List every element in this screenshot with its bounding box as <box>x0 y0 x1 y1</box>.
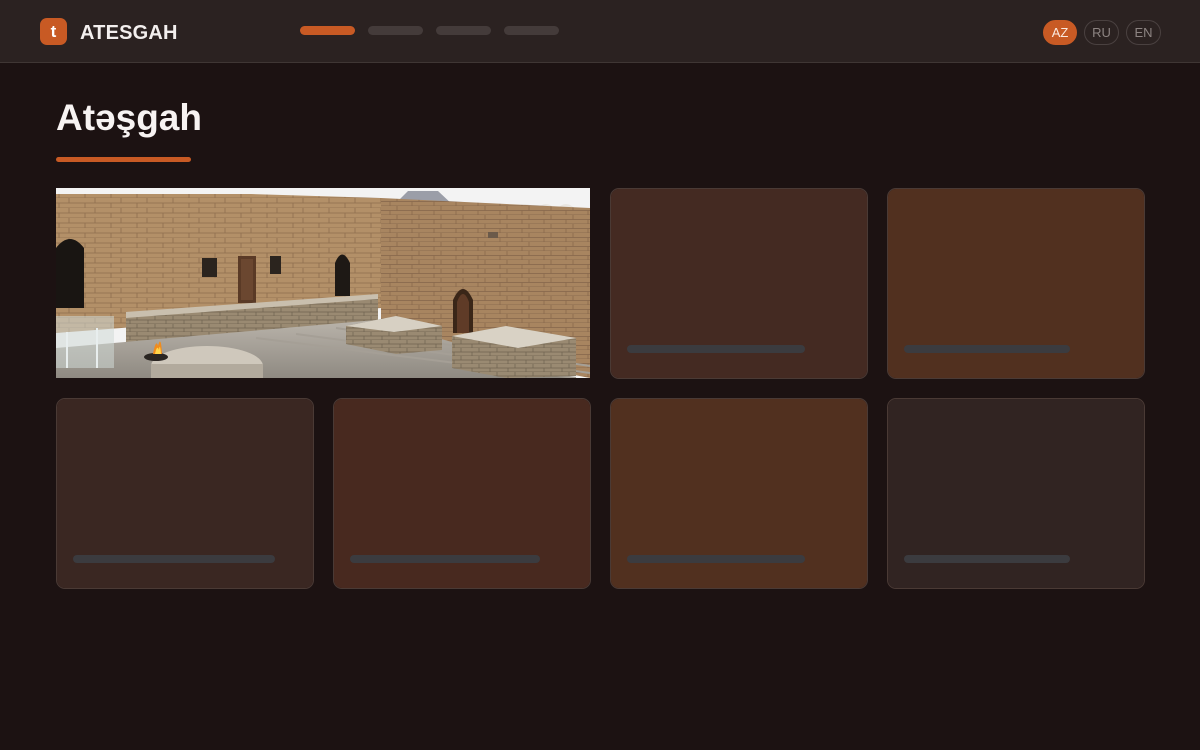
fire-temple-courtyard-image <box>56 188 590 378</box>
card-caption-placeholder <box>904 555 1070 563</box>
card-caption-placeholder <box>904 345 1070 353</box>
nav-item-2-placeholder[interactable] <box>368 26 423 35</box>
language-az-button[interactable]: AZ <box>1043 20 1077 45</box>
hero-photo[interactable] <box>56 188 590 378</box>
language-ru-button[interactable]: RU <box>1084 20 1119 45</box>
gallery-card-6[interactable] <box>887 398 1145 589</box>
title-underline <box>56 157 191 162</box>
gallery-card-2[interactable] <box>887 188 1145 379</box>
card-caption-placeholder <box>350 555 540 563</box>
gallery-card-4[interactable] <box>333 398 591 589</box>
nav-item-3-placeholder[interactable] <box>436 26 491 35</box>
page-title: Atəşgah <box>56 97 202 138</box>
nav-item-4-placeholder[interactable] <box>504 26 559 35</box>
gallery-card-3[interactable] <box>56 398 314 589</box>
gallery-card-1[interactable] <box>610 188 868 379</box>
top-navigation-bar: t ATESGAH AZ RU EN <box>0 0 1200 63</box>
brand-name[interactable]: ATESGAH <box>80 22 178 44</box>
card-caption-placeholder <box>627 345 805 353</box>
logo-icon[interactable]: t <box>40 18 67 45</box>
card-caption-placeholder <box>627 555 805 563</box>
card-caption-placeholder <box>73 555 275 563</box>
gallery-card-5[interactable] <box>610 398 868 589</box>
nav-item-1-placeholder[interactable] <box>300 26 355 35</box>
language-en-button[interactable]: EN <box>1126 20 1161 45</box>
